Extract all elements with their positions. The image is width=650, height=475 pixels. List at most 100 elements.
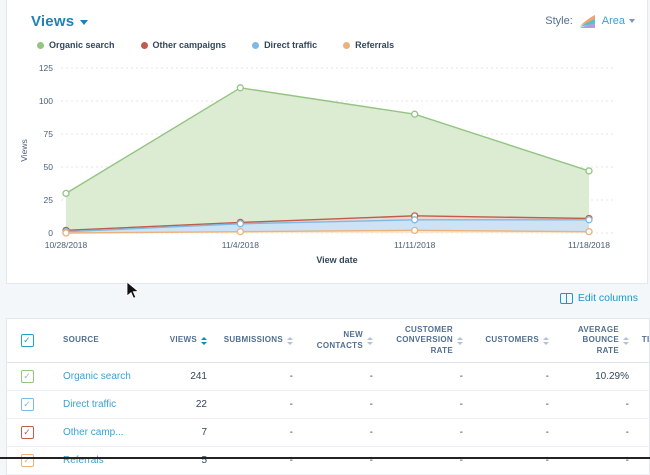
- data-point[interactable]: [412, 111, 418, 117]
- x-tick-label: 10/28/2018: [45, 240, 88, 250]
- source-link[interactable]: Organic search: [63, 371, 131, 382]
- cell-source: Direct traffic: [47, 391, 159, 419]
- cell-average-bounce-rate: 10.29%: [559, 363, 639, 391]
- table-row: ✓Other camp...7-----1 minute: [7, 419, 650, 447]
- cell-customer-conversion-rate: -: [383, 447, 473, 475]
- row-checkbox[interactable]: ✓: [21, 398, 34, 411]
- y-tick-label: 25: [44, 195, 54, 205]
- cell-new-contacts: -: [303, 447, 383, 475]
- x-tick-label: 11/4/2018: [222, 240, 259, 250]
- area-fill: [66, 88, 589, 233]
- x-tick-label: 11/18/2018: [568, 240, 610, 250]
- column-header-customers[interactable]: CUSTOMERS: [473, 319, 559, 363]
- column-header-source: SOURCE: [47, 319, 159, 363]
- column-header-submissions[interactable]: SUBMISSIONS: [217, 319, 303, 363]
- cell-source: Organic search: [47, 363, 159, 391]
- sort-arrows-icon: [201, 337, 207, 345]
- cell-new-contacts: -: [303, 391, 383, 419]
- table-row: ✓Referrals5-----13 minutes: [7, 447, 650, 475]
- data-point[interactable]: [63, 230, 69, 236]
- column-header-label: AVERAGE BOUNCE RATE: [559, 325, 619, 356]
- select-all-checkbox[interactable]: ✓: [21, 334, 34, 347]
- cell-average-bounce-rate: -: [559, 391, 639, 419]
- column-header-average-bounce-rate[interactable]: AVERAGE BOUNCE RATE: [559, 319, 639, 363]
- area-chart: 0 25 50 75 100 125 10/28/2018 11/4/2018 11/11/20…: [7, 0, 649, 282]
- table-row: ✓Organic search241----10.29%4 minutes: [7, 363, 650, 391]
- select-all-checkbox-cell: ✓: [7, 319, 47, 363]
- y-tick-label: 50: [44, 162, 54, 172]
- cell-average-bounce-rate: -: [559, 447, 639, 475]
- y-tick-label: 100: [39, 96, 53, 106]
- source-link[interactable]: Direct traffic: [63, 399, 116, 410]
- cell-views: 22: [159, 391, 217, 419]
- column-header-customer-conversion-rate[interactable]: CUSTOMER CONVERSION RATE: [383, 319, 473, 363]
- sort-arrows-icon: [287, 337, 293, 345]
- y-tick-label: 75: [44, 129, 54, 139]
- data-point[interactable]: [586, 229, 592, 235]
- cell-submissions: -: [217, 419, 303, 447]
- data-point[interactable]: [586, 168, 592, 174]
- cell-customers: -: [473, 447, 559, 475]
- column-header-label: CUSTOMER CONVERSION RATE: [383, 325, 453, 356]
- row-checkbox-cell: ✓: [7, 447, 47, 475]
- data-point[interactable]: [63, 190, 69, 196]
- y-tick-label: 125: [39, 63, 53, 73]
- cell-customers: -: [473, 391, 559, 419]
- cell-customer-conversion-rate: -: [383, 363, 473, 391]
- edit-columns-label: Edit columns: [578, 292, 638, 304]
- cell-new-contacts: -: [303, 363, 383, 391]
- cell-views: 7: [159, 419, 217, 447]
- cell-time-on-page: 1 minute: [639, 419, 650, 447]
- cell-customers: -: [473, 419, 559, 447]
- column-header-label: CUSTOMERS: [485, 335, 539, 345]
- data-point[interactable]: [586, 217, 592, 223]
- cell-new-contacts: -: [303, 419, 383, 447]
- y-tick-label: 0: [48, 228, 53, 238]
- cell-customer-conversion-rate: -: [383, 419, 473, 447]
- data-point[interactable]: [412, 227, 418, 233]
- row-checkbox-cell: ✓: [7, 391, 47, 419]
- data-point[interactable]: [237, 85, 243, 91]
- cell-time-on-page: 13 minutes: [639, 447, 650, 475]
- sort-arrows-icon: [543, 337, 549, 345]
- sort-arrows-icon: [457, 337, 463, 345]
- cell-customers: -: [473, 363, 559, 391]
- cell-views: 5: [159, 447, 217, 475]
- y-axis-title: Views: [19, 139, 29, 162]
- sort-arrows-icon: [367, 337, 373, 345]
- column-header-new-contacts[interactable]: NEW CONTACTS: [303, 319, 383, 363]
- row-checkbox[interactable]: ✓: [21, 370, 34, 383]
- column-header-label: SOURCE: [63, 335, 99, 345]
- column-header-label: NEW CONTACTS: [303, 330, 363, 351]
- column-header-views[interactable]: VIEWS: [159, 319, 217, 363]
- data-point[interactable]: [237, 229, 243, 235]
- column-header-time-on-page[interactable]: TIME ON PAGE: [639, 319, 650, 363]
- cell-time-on-page: 4 minutes: [639, 363, 650, 391]
- cell-views: 241: [159, 363, 217, 391]
- cell-average-bounce-rate: -: [559, 419, 639, 447]
- sort-arrows-icon: [623, 337, 629, 345]
- column-header-label: VIEWS: [170, 335, 197, 345]
- row-checkbox-cell: ✓: [7, 363, 47, 391]
- source-link[interactable]: Other camp...: [63, 427, 124, 438]
- data-point[interactable]: [237, 221, 243, 227]
- row-checkbox-cell: ✓: [7, 419, 47, 447]
- report-card: Views Style: Area Organic searchOther ca…: [6, 0, 648, 284]
- sources-table: ✓ SOURCE VIEWS SUBMISSIONS NEW CONTACTS CUSTO…: [6, 318, 650, 475]
- column-header-label: SUBMISSIONS: [224, 335, 283, 345]
- row-checkbox[interactable]: ✓: [21, 426, 34, 439]
- table-header-row: ✓ SOURCE VIEWS SUBMISSIONS NEW CONTACTS CUSTO…: [7, 319, 650, 363]
- cell-submissions: -: [217, 363, 303, 391]
- cell-time-on-page: 6 minutes: [639, 391, 650, 419]
- column-header-label: TIME ON PAGE: [642, 335, 650, 345]
- table-row: ✓Direct traffic22-----6 minutes: [7, 391, 650, 419]
- table-columns-icon: [560, 293, 573, 304]
- table-toolbar: Edit columns: [0, 284, 650, 318]
- x-axis-title: View date: [316, 255, 357, 265]
- x-tick-label: 11/11/2018: [394, 240, 436, 250]
- cell-source: Referrals: [47, 447, 159, 475]
- data-point[interactable]: [412, 217, 418, 223]
- edit-columns-button[interactable]: Edit columns: [560, 292, 638, 304]
- cell-submissions: -: [217, 447, 303, 475]
- cell-customer-conversion-rate: -: [383, 391, 473, 419]
